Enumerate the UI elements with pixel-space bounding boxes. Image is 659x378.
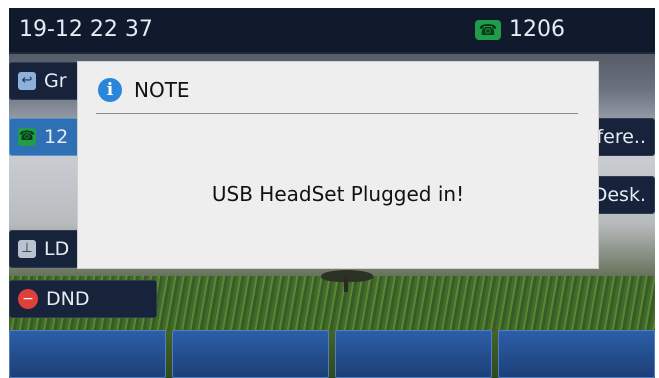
- info-icon: i: [98, 78, 122, 102]
- line-key-label: Desk.: [592, 184, 646, 206]
- phone-screen: 19-12 22 37 ☎ 1206 ↩ Gr ☎ 12 ⊥ LD − DND …: [9, 8, 655, 378]
- line-status: ☎ 1206: [475, 17, 565, 42]
- line-phone-icon: ☎: [18, 128, 36, 146]
- dialog-divider: [96, 113, 578, 114]
- line-key-dnd[interactable]: − DND: [9, 280, 157, 318]
- status-bar: 19-12 22 37 ☎ 1206: [9, 8, 655, 54]
- dialog-title: NOTE: [134, 78, 190, 102]
- dnd-icon: −: [18, 289, 38, 309]
- contact-icon: ⊥: [18, 240, 36, 258]
- line-key-conference[interactable]: fere..: [589, 118, 655, 156]
- line-key-call-history[interactable]: ↩ Gr: [9, 62, 89, 100]
- line-key-label: 12: [44, 126, 69, 148]
- line-key-desktop[interactable]: Desk.: [589, 176, 655, 214]
- softkey-2[interactable]: [172, 330, 329, 378]
- line-number: 1206: [509, 17, 565, 42]
- phone-icon: ☎: [475, 19, 501, 40]
- softkey-1[interactable]: [9, 330, 166, 378]
- line-key-label: DND: [46, 288, 90, 310]
- wallpaper-tree-trunk: [344, 276, 348, 292]
- line-key-account[interactable]: ☎ 12: [9, 118, 89, 156]
- softkey-4[interactable]: [498, 330, 655, 378]
- clock-text: 19-12 22 37: [19, 17, 153, 42]
- line-key-label: LD: [44, 238, 70, 260]
- softkey-bar: [9, 330, 655, 378]
- line-key-ldap[interactable]: ⊥ LD: [9, 230, 89, 268]
- line-key-label: Gr: [44, 70, 67, 92]
- line-key-label: fere..: [596, 126, 646, 148]
- dialog-message: USB HeadSet Plugged in!: [211, 182, 465, 206]
- call-history-icon: ↩: [18, 72, 36, 90]
- softkey-3[interactable]: [335, 330, 492, 378]
- dialog-header: i NOTE: [98, 78, 190, 102]
- note-dialog[interactable]: i NOTE USB HeadSet Plugged in!: [78, 62, 598, 268]
